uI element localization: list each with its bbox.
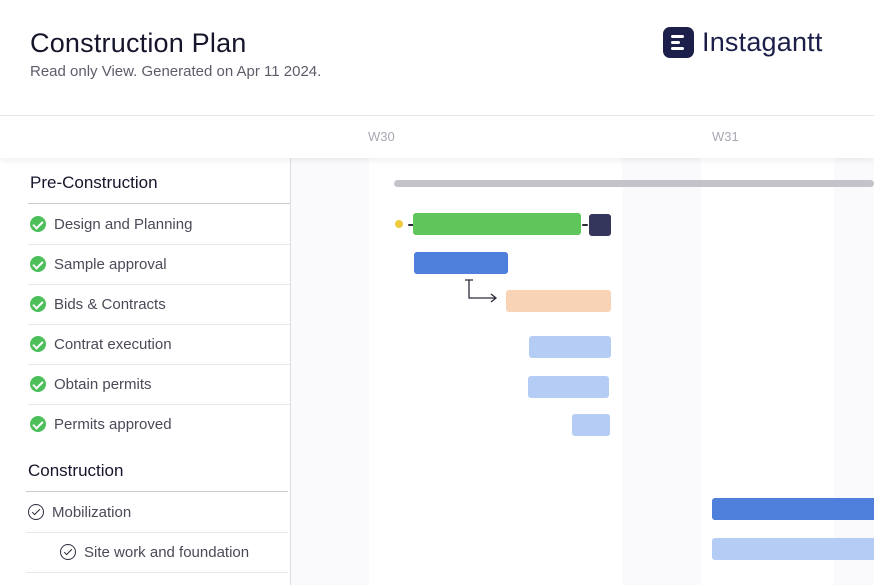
task-list: Pre-Construction Design and Planning Sam… — [0, 158, 291, 585]
bar-obtain-permits[interactable] — [528, 376, 609, 398]
task-label: Design and Planning — [54, 215, 193, 233]
task-row-mobilization[interactable]: Mobilization — [26, 492, 288, 533]
summary-bar-pre-construction[interactable] — [394, 180, 874, 187]
dependency-dot[interactable] — [395, 220, 403, 228]
task-label: Permits approved — [54, 415, 172, 433]
gantt-chart — [291, 158, 874, 585]
section-title-construction: Construction — [28, 461, 124, 480]
week-column — [701, 158, 834, 585]
task-label: Obtain permits — [54, 375, 152, 393]
task-row-site-work-and-foundation[interactable]: Site work and foundation — [26, 532, 288, 573]
task-label: Mobilization — [52, 503, 132, 521]
bar-contract-execution[interactable] — [529, 336, 611, 358]
logo-text: Instagantt — [702, 27, 823, 57]
milestone-marker[interactable] — [589, 214, 611, 236]
dependency-arrow-icon — [465, 279, 498, 303]
week-label-w31: W31 — [712, 129, 739, 144]
bar-sample-approval[interactable] — [414, 252, 508, 274]
timeline-header: W30 W31 — [0, 116, 874, 158]
task-row-permits-approved[interactable]: Permits approved — [28, 404, 290, 444]
bar-permits-approved[interactable] — [572, 414, 610, 436]
task-label: Site work and foundation — [84, 543, 250, 561]
page-subtitle: Read only View. Generated on Apr 11 2024… — [30, 63, 322, 80]
logo-icon — [663, 27, 694, 58]
completed-check-icon[interactable] — [30, 336, 46, 352]
completed-check-icon[interactable] — [30, 296, 46, 312]
page-header: Construction Plan Read only View. Genera… — [0, 0, 874, 116]
task-row-sample-approval[interactable]: Sample approval — [28, 244, 290, 285]
task-label: Contrat execution — [54, 335, 172, 353]
task-row-obtain-permits[interactable]: Obtain permits — [28, 364, 290, 405]
completed-check-icon[interactable] — [30, 216, 46, 232]
bar-bids-contracts[interactable] — [506, 290, 611, 312]
open-check-icon[interactable] — [60, 544, 76, 560]
task-label: Bids & Contracts — [54, 295, 166, 313]
bar-mobilization[interactable] — [712, 498, 874, 520]
task-row-bids-contracts[interactable]: Bids & Contracts — [28, 284, 290, 325]
connector-line — [582, 224, 588, 226]
page-title: Construction Plan — [30, 28, 247, 58]
task-row-design-and-planning[interactable]: Design and Planning — [28, 204, 290, 245]
bar-design-and-planning[interactable] — [413, 213, 581, 235]
week-label-w30: W30 — [368, 129, 395, 144]
task-label: Sample approval — [54, 255, 167, 273]
completed-check-icon[interactable] — [30, 256, 46, 272]
completed-check-icon[interactable] — [30, 376, 46, 392]
bar-site-work-and-foundation[interactable] — [712, 538, 874, 560]
section-title-pre-construction: Pre-Construction — [30, 173, 158, 192]
task-row-contract-execution[interactable]: Contrat execution — [28, 324, 290, 365]
open-check-icon[interactable] — [28, 504, 44, 520]
completed-check-icon[interactable] — [30, 416, 46, 432]
instagantt-logo[interactable]: Instagantt — [663, 27, 823, 58]
